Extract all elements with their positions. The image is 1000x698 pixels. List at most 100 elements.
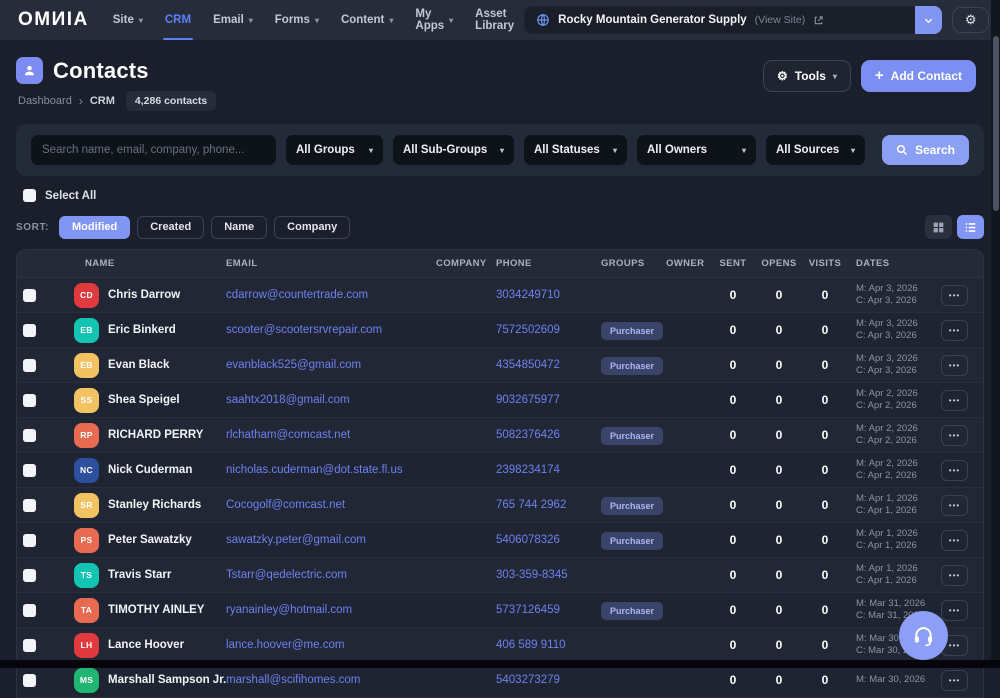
contact-email[interactable]: lance.hoover@me.com: [223, 639, 428, 651]
search-input[interactable]: [31, 135, 276, 165]
contact-email[interactable]: marshall@scifihomes.com: [223, 674, 428, 686]
row-checkbox[interactable]: [23, 534, 36, 547]
menu-site[interactable]: Site▾: [113, 0, 143, 40]
statuses-filter-dropdown[interactable]: All Statuses▾: [524, 135, 627, 165]
contact-name[interactable]: Stanley Richards: [108, 499, 201, 511]
contact-phone[interactable]: 5082376426: [488, 429, 588, 441]
contact-email[interactable]: scooter@scootersrvrepair.com: [223, 324, 428, 336]
row-checkbox[interactable]: [23, 394, 36, 407]
chevron-down-icon: ▾: [389, 16, 393, 25]
row-actions-button[interactable]: •••: [941, 355, 968, 376]
menu-crm[interactable]: CRM: [165, 0, 191, 40]
sort-company-button[interactable]: Company: [274, 216, 350, 239]
contact-email[interactable]: nicholas.cuderman@dot.state.fl.us: [223, 464, 428, 476]
contact-name[interactable]: Evan Black: [108, 359, 169, 371]
omnia-logo[interactable]: OMИIA: [18, 9, 89, 31]
sources-filter-dropdown[interactable]: All Sources▾: [766, 135, 865, 165]
contact-email[interactable]: Tstarr@qedelectric.com: [223, 569, 428, 581]
contact-name[interactable]: Travis Starr: [108, 569, 171, 581]
row-checkbox[interactable]: [23, 499, 36, 512]
subgroups-filter-dropdown[interactable]: All Sub-Groups▾: [393, 135, 514, 165]
contact-email[interactable]: Cocogolf@comcast.net: [223, 499, 428, 511]
site-dropdown-button[interactable]: [915, 6, 942, 34]
scrollbar-thumb[interactable]: [993, 36, 999, 211]
contact-email[interactable]: cdarrow@countertrade.com: [223, 289, 428, 301]
contact-email[interactable]: saahtx2018@gmail.com: [223, 394, 428, 406]
list-view-button[interactable]: [957, 215, 984, 239]
row-checkbox[interactable]: [23, 569, 36, 582]
contact-name[interactable]: Chris Darrow: [108, 289, 180, 301]
sort-name-button[interactable]: Name: [211, 216, 267, 239]
row-checkbox[interactable]: [23, 639, 36, 652]
row-actions-button[interactable]: •••: [941, 320, 968, 341]
contact-name[interactable]: TIMOTHY AINLEY: [108, 604, 204, 616]
menu-content[interactable]: Content▾: [341, 0, 393, 40]
tools-button[interactable]: ⚙ Tools ▾: [763, 60, 851, 92]
contact-phone[interactable]: 9032675977: [488, 394, 588, 406]
breadcrumb-dashboard[interactable]: Dashboard: [18, 95, 72, 107]
row-actions-button[interactable]: •••: [941, 425, 968, 446]
contact-name[interactable]: Lance Hoover: [108, 639, 184, 651]
contact-phone[interactable]: 5737126459: [488, 604, 588, 616]
contact-phone[interactable]: 765 744 2962: [488, 499, 588, 511]
contact-phone[interactable]: 5406078326: [488, 534, 588, 546]
contact-email[interactable]: evanblack525@gmail.com: [223, 359, 428, 371]
external-link-icon[interactable]: [813, 15, 824, 26]
row-checkbox[interactable]: [23, 604, 36, 617]
contact-name[interactable]: Marshall Sampson Jr.: [108, 674, 226, 686]
site-selector[interactable]: Rocky Mountain Generator Supply (View Si…: [524, 6, 915, 34]
menu-forms[interactable]: Forms▾: [275, 0, 319, 40]
contact-name[interactable]: Nick Cuderman: [108, 464, 192, 476]
row-actions-button[interactable]: •••: [941, 600, 968, 621]
contact-email[interactable]: rlchatham@comcast.net: [223, 429, 428, 441]
row-actions-button[interactable]: •••: [941, 495, 968, 516]
row-actions-button[interactable]: •••: [941, 530, 968, 551]
row-checkbox[interactable]: [23, 289, 36, 302]
visits-count: 0: [802, 463, 848, 477]
row-checkbox[interactable]: [23, 324, 36, 337]
contact-email[interactable]: sawatzky.peter@gmail.com: [223, 534, 428, 546]
contact-name[interactable]: RICHARD PERRY: [108, 429, 203, 441]
contact-phone[interactable]: 4354850472: [488, 359, 588, 371]
row-actions-button[interactable]: •••: [941, 565, 968, 586]
menu-asset-library[interactable]: Asset Library: [475, 0, 514, 40]
grid-view-button[interactable]: [925, 215, 952, 239]
row-actions-button[interactable]: •••: [941, 285, 968, 306]
settings-button[interactable]: ⚙: [952, 7, 989, 33]
breadcrumb-crm[interactable]: CRM: [90, 95, 115, 107]
table-row: PS Peter Sawatzky sawatzky.peter@gmail.c…: [17, 523, 983, 558]
owners-filter-dropdown[interactable]: All Owners▾: [637, 135, 756, 165]
contact-email[interactable]: ryanainley@hotmail.com: [223, 604, 428, 616]
contact-phone[interactable]: 303-359-8345: [488, 569, 588, 581]
menu-email[interactable]: Email▾: [213, 0, 253, 40]
page-scrollbar[interactable]: [991, 0, 1000, 668]
sent-count: 0: [710, 288, 756, 302]
row-actions-button[interactable]: •••: [941, 670, 968, 691]
contact-name[interactable]: Peter Sawatzky: [108, 534, 192, 546]
contact-name[interactable]: Eric Binkerd: [108, 324, 176, 336]
row-checkbox[interactable]: [23, 429, 36, 442]
select-all-checkbox[interactable]: [23, 189, 36, 202]
row-checkbox[interactable]: [23, 674, 36, 687]
contact-phone[interactable]: 3034249710: [488, 289, 588, 301]
menu-my-apps[interactable]: My Apps▾: [415, 0, 453, 40]
row-checkbox[interactable]: [23, 464, 36, 477]
add-contact-button[interactable]: + Add Contact: [861, 60, 976, 92]
contact-phone[interactable]: 5403273279: [488, 674, 588, 686]
sort-created-button[interactable]: Created: [137, 216, 204, 239]
contact-phone[interactable]: 406 589 9110: [488, 639, 588, 651]
search-button[interactable]: Search: [882, 135, 969, 165]
contact-phone[interactable]: 2398234174: [488, 464, 588, 476]
support-chat-button[interactable]: [899, 611, 948, 660]
contact-phone[interactable]: 7572502609: [488, 324, 588, 336]
table-row: RP RICHARD PERRY rlchatham@comcast.net 5…: [17, 418, 983, 453]
contact-name[interactable]: Shea Speigel: [108, 394, 180, 406]
row-actions-button[interactable]: •••: [941, 390, 968, 411]
row-checkbox[interactable]: [23, 359, 36, 372]
row-actions-button[interactable]: •••: [941, 460, 968, 481]
contact-dates: M: Apr 2, 2026 C: Apr 2, 2026: [848, 423, 934, 448]
view-site-link[interactable]: (View Site): [755, 14, 806, 26]
sort-modified-button[interactable]: Modified: [59, 216, 130, 239]
avatar: NC: [74, 458, 99, 483]
groups-filter-dropdown[interactable]: All Groups▾: [286, 135, 383, 165]
